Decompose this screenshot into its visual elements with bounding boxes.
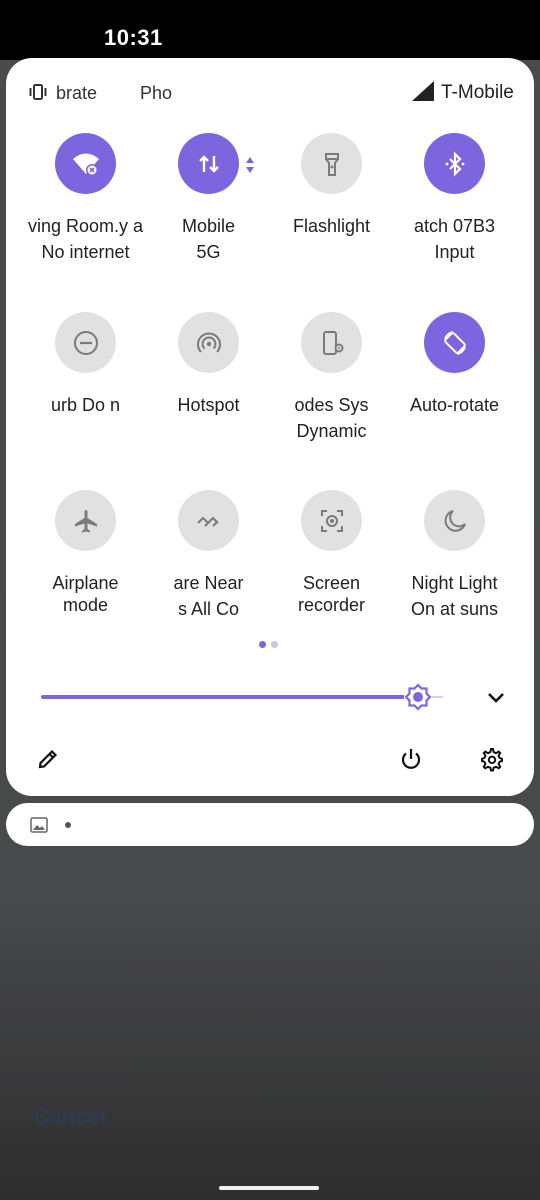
system-modes-icon[interactable]	[301, 312, 362, 373]
power-icon[interactable]	[398, 746, 424, 772]
data-activity-icon	[246, 157, 254, 173]
tile-sub: recorder	[297, 595, 366, 615]
tile-auto-rotate[interactable]: Auto-rotate	[393, 312, 516, 462]
tile-label: Night Light	[411, 573, 498, 593]
tile-label: Screen	[302, 573, 361, 593]
tile-screen-recorder[interactable]: Screen recorder	[270, 490, 393, 640]
tile-sub: No internet	[41, 242, 130, 262]
flashlight-icon[interactable]	[301, 133, 362, 194]
nearby-share-icon[interactable]	[178, 490, 239, 551]
tile-system-modes[interactable]: odes Sys Dynamic	[270, 312, 393, 462]
tile-wifi[interactable]: ving Room.y a No internet	[24, 133, 147, 283]
tile-night-light[interactable]: Night Light On at suns	[393, 490, 516, 640]
tile-airplane-mode[interactable]: Airplane mode	[24, 490, 147, 640]
quick-settings-panel: brate Pho T-Mobile ving Room.y a No inte…	[6, 58, 534, 796]
tile-sub: mode	[62, 595, 109, 615]
image-icon	[30, 817, 48, 833]
page-dot[interactable]	[271, 641, 278, 648]
tile-nearby-share[interactable]: are Near s All Co	[147, 490, 270, 640]
tile-label: urb Do n	[50, 395, 121, 415]
do-not-disturb-icon[interactable]	[55, 312, 116, 373]
tile-label: Flashlight	[292, 216, 371, 236]
tile-sub: 5G	[196, 242, 221, 262]
screen-recorder-icon[interactable]	[301, 490, 362, 551]
tile-sub: Dynamic	[296, 421, 367, 441]
home-indicator[interactable]	[219, 1186, 319, 1190]
tile-label: Auto-rotate	[409, 395, 500, 415]
status-time: 10:31	[104, 25, 163, 50]
hotspot-icon[interactable]	[178, 312, 239, 373]
bluetooth-icon[interactable]	[424, 133, 485, 194]
status-bar: 10:31	[0, 0, 540, 60]
brightness-slider-fill[interactable]	[41, 695, 411, 699]
notification-card[interactable]	[6, 803, 534, 846]
quick-settings-header: brate Pho T-Mobile	[6, 58, 534, 128]
auto-rotate-icon[interactable]	[424, 312, 485, 373]
tile-label: ving Room.y a	[27, 216, 144, 236]
tile-label: Mobile	[181, 216, 236, 236]
tile-flashlight[interactable]: Flashlight	[270, 133, 393, 283]
cancel-button[interactable]: Cancel	[34, 1104, 106, 1130]
mobile-data-icon[interactable]	[178, 133, 239, 194]
tile-sub: On at suns	[410, 599, 499, 619]
airplane-icon[interactable]	[55, 490, 116, 551]
tile-label: odes Sys	[294, 395, 369, 415]
tile-label: atch 07B3	[413, 216, 496, 236]
page-indicator	[259, 635, 283, 653]
carrier-name: T-Mobile	[441, 82, 514, 103]
tile-label: Airplane	[52, 573, 119, 593]
night-light-icon[interactable]	[424, 490, 485, 551]
tile-hotspot[interactable]: Hotspot	[147, 312, 270, 462]
notification-dot	[65, 822, 71, 828]
vibrate-icon	[29, 84, 47, 100]
tile-sub: s All Co	[177, 599, 240, 619]
vibrate-label[interactable]: brate	[56, 83, 108, 104]
tile-sub: Input	[434, 242, 475, 262]
tile-do-not-disturb[interactable]: urb Do n	[24, 312, 147, 462]
phone-label[interactable]: Pho	[140, 83, 176, 104]
brightness-icon[interactable]	[403, 682, 433, 712]
tile-label: are Near	[173, 573, 244, 593]
tile-bluetooth[interactable]: atch 07B3 Input	[393, 133, 516, 283]
wifi-off-icon[interactable]	[55, 133, 116, 194]
gear-icon[interactable]	[478, 746, 504, 772]
signal-icon	[412, 81, 434, 101]
page-dot-active[interactable]	[259, 641, 266, 648]
tile-mobile-data[interactable]: Mobile 5G	[147, 133, 270, 283]
tile-label: Hotspot	[177, 395, 240, 415]
edit-icon[interactable]	[36, 747, 60, 771]
chevron-down-icon[interactable]	[484, 685, 508, 709]
